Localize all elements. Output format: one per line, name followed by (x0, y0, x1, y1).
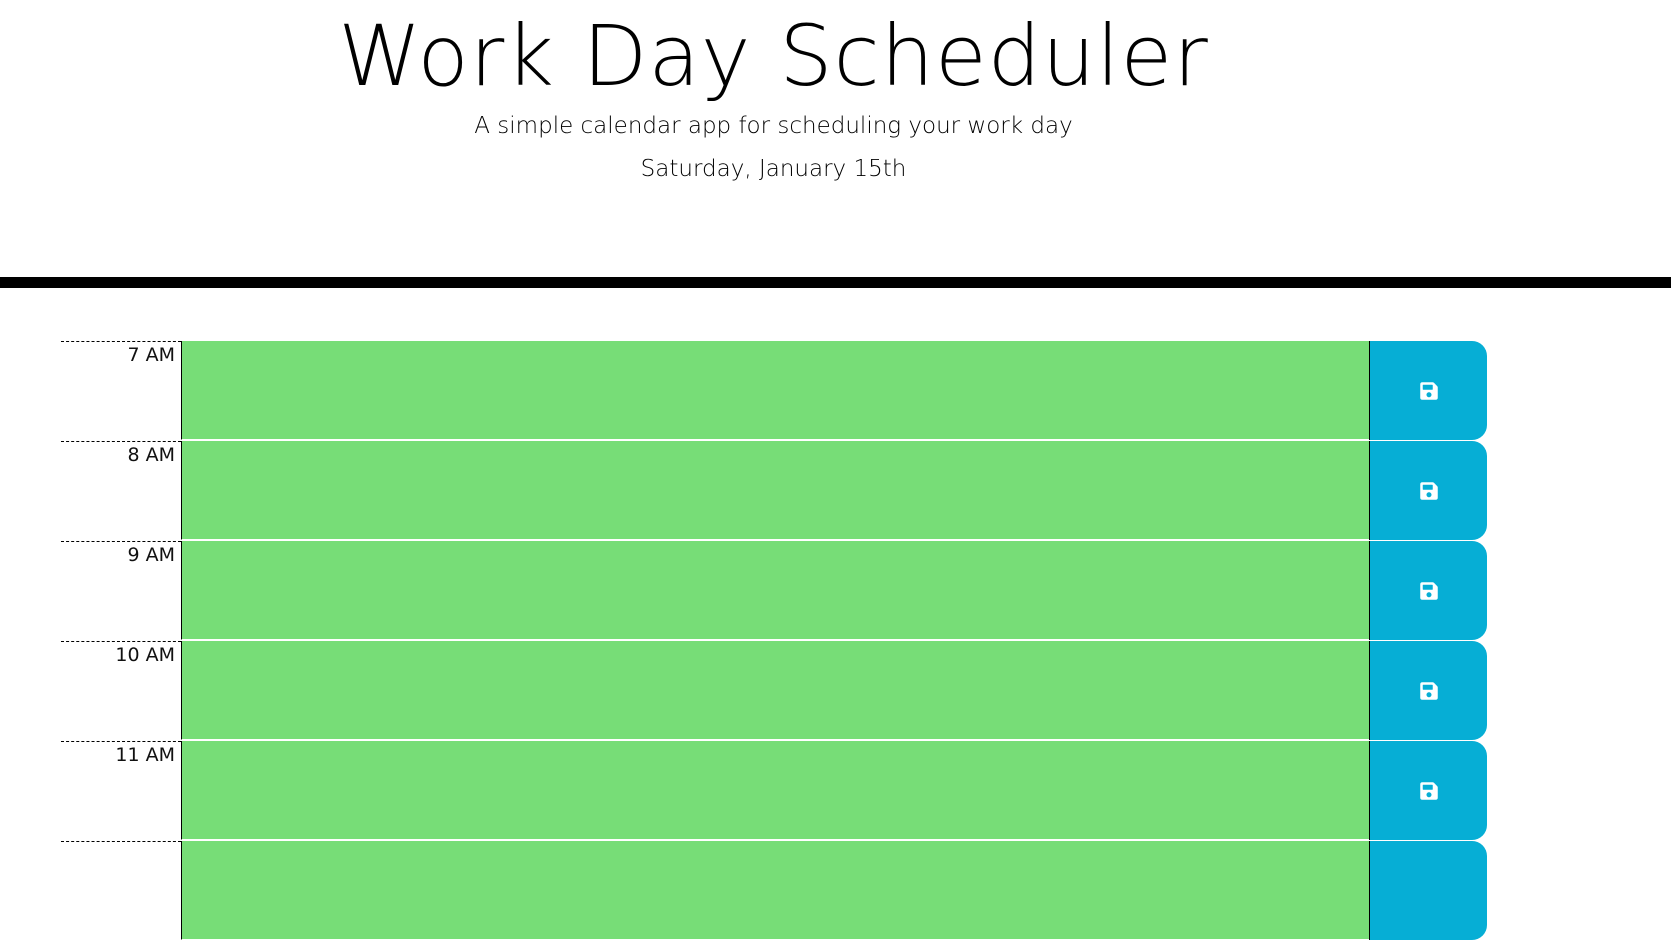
floppy-disk-icon (1419, 481, 1439, 501)
event-description-input[interactable] (181, 541, 1370, 640)
planner: 7 AM 8 AM 9 AM 10 AM 11 AM (61, 341, 1487, 941)
save-button[interactable] (1369, 441, 1487, 540)
floppy-disk-icon (1419, 681, 1439, 701)
time-block-8am: 8 AM (61, 441, 1487, 541)
save-button[interactable] (1369, 741, 1487, 840)
page-header: Work Day Scheduler A simple calendar app… (0, 0, 1671, 288)
hour-label: 8 AM (61, 441, 181, 541)
floppy-disk-icon (1419, 581, 1439, 601)
time-block-11am: 11 AM (61, 741, 1487, 841)
save-button[interactable] (1369, 641, 1487, 740)
event-description-partial (181, 841, 1370, 940)
save-button[interactable] (1369, 541, 1487, 640)
hour-label: 7 AM (61, 341, 181, 441)
current-date: Saturday, January 15th (640, 156, 907, 182)
event-description-input[interactable] (181, 641, 1370, 740)
save-button[interactable] (1369, 341, 1487, 440)
floppy-disk-icon (1419, 381, 1439, 401)
event-description-input[interactable] (181, 341, 1370, 440)
floppy-disk-icon (1419, 781, 1439, 801)
hour-label: 10 AM (61, 641, 181, 741)
time-block-9am: 9 AM (61, 541, 1487, 641)
save-button-partial (1369, 841, 1487, 940)
event-description-input[interactable] (181, 741, 1370, 840)
event-description-input[interactable] (181, 441, 1370, 540)
time-block-7am: 7 AM (61, 341, 1487, 441)
page-title: Work Day Scheduler (338, 7, 1209, 105)
page-subtitle: A simple calendar app for scheduling you… (474, 113, 1073, 139)
hour-label-partial (61, 841, 181, 941)
time-block-next-partial (61, 841, 1487, 941)
time-block-10am: 10 AM (61, 641, 1487, 741)
hour-label: 9 AM (61, 541, 181, 641)
hour-label: 11 AM (61, 741, 181, 841)
